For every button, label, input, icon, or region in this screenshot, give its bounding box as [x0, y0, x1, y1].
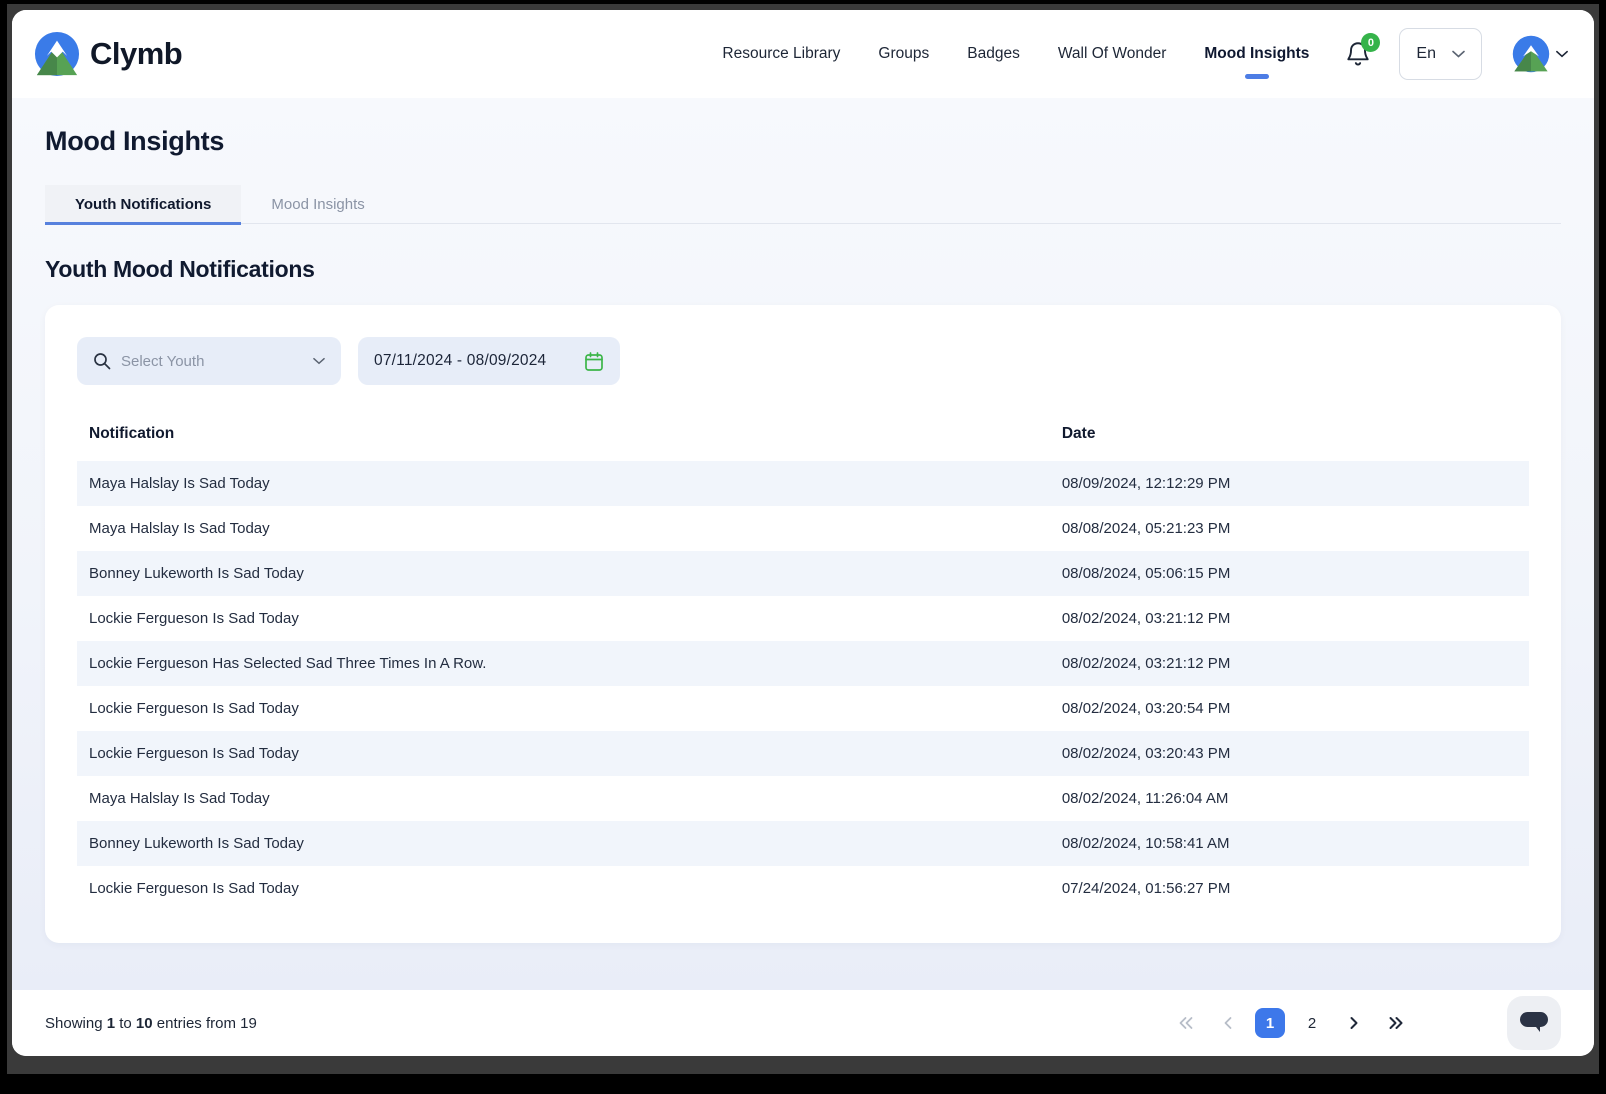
top-navbar: Clymb Resource Library Groups Badges Wal…: [12, 10, 1594, 98]
nav-item-badges[interactable]: Badges: [967, 35, 1020, 73]
table-row: Lockie Fergueson Is Sad Today08/02/2024,…: [77, 596, 1529, 641]
tab-youth-notifications[interactable]: Youth Notifications: [45, 185, 241, 223]
table-row: Lockie Fergueson Is Sad Today07/24/2024,…: [77, 866, 1529, 911]
page-button-2[interactable]: 2: [1297, 1008, 1327, 1038]
notification-count-badge: 0: [1361, 33, 1380, 52]
showing-word: Showing: [45, 1015, 103, 1032]
nav-item-groups[interactable]: Groups: [878, 35, 929, 73]
first-page-button[interactable]: [1171, 1008, 1201, 1038]
table-row: Maya Halslay Is Sad Today08/02/2024, 11:…: [77, 776, 1529, 821]
notifications-button[interactable]: 0: [1343, 37, 1373, 71]
section-title: Youth Mood Notifications: [45, 256, 1561, 283]
filters-row: Select Youth 07/11/2024 - 08/09/2024: [77, 337, 1529, 385]
last-page-button[interactable]: [1381, 1008, 1411, 1038]
date-cell: 08/02/2024, 03:20:43 PM: [1050, 731, 1529, 776]
notification-cell: Lockie Fergueson Is Sad Today: [77, 731, 1050, 776]
pagination: 1 2: [1171, 1008, 1411, 1038]
notification-cell: Bonney Lukeworth Is Sad Today: [77, 551, 1050, 596]
brand-logo[interactable]: Clymb: [34, 31, 182, 77]
chevron-down-icon: [1452, 50, 1465, 58]
select-youth-placeholder: Select Youth: [121, 353, 204, 370]
tab-mood-insights[interactable]: Mood Insights: [241, 185, 394, 223]
notification-cell: Lockie Fergueson Is Sad Today: [77, 686, 1050, 731]
table-row: Bonney Lukeworth Is Sad Today08/02/2024,…: [77, 821, 1529, 866]
table-row: Lockie Fergueson Has Selected Sad Three …: [77, 641, 1529, 686]
notification-cell: Lockie Fergueson Is Sad Today: [77, 866, 1050, 911]
date-cell: 08/02/2024, 11:26:04 AM: [1050, 776, 1529, 821]
tab-bar: Youth Notifications Mood Insights: [45, 185, 1561, 224]
app-window: Clymb Resource Library Groups Badges Wal…: [12, 10, 1594, 1056]
table-row: Bonney Lukeworth Is Sad Today08/08/2024,…: [77, 551, 1529, 596]
next-page-button[interactable]: [1339, 1008, 1369, 1038]
search-icon: [93, 352, 111, 370]
date-cell: 07/24/2024, 01:56:27 PM: [1050, 866, 1529, 911]
table-footer: Showing 1 to 10 entries from 19 1 2: [12, 990, 1594, 1056]
avatar: [1512, 35, 1550, 73]
language-value: En: [1416, 45, 1436, 63]
table-row: Maya Halslay Is Sad Today08/08/2024, 05:…: [77, 506, 1529, 551]
table-header-row: Notification Date: [77, 413, 1529, 461]
date-cell: 08/02/2024, 03:21:12 PM: [1050, 596, 1529, 641]
notifications-table: Notification Date Maya Halslay Is Sad To…: [77, 413, 1529, 911]
previous-page-button[interactable]: [1213, 1008, 1243, 1038]
showing-rest: entries from 19: [157, 1015, 257, 1032]
select-youth-dropdown[interactable]: Select Youth: [77, 337, 341, 385]
notification-cell: Maya Halslay Is Sad Today: [77, 776, 1050, 821]
notification-cell: Maya Halslay Is Sad Today: [77, 461, 1050, 506]
main-content: Mood Insights Youth Notifications Mood I…: [12, 98, 1594, 990]
nav-item-wall-of-wonder[interactable]: Wall Of Wonder: [1058, 35, 1167, 73]
notifications-card: Select Youth 07/11/2024 - 08/09/2024: [45, 305, 1561, 943]
column-header-notification: Notification: [77, 413, 1050, 461]
date-cell: 08/02/2024, 03:20:54 PM: [1050, 686, 1529, 731]
showing-end: 10: [136, 1015, 153, 1032]
nav-links: Resource Library Groups Badges Wall Of W…: [722, 35, 1309, 73]
date-range-value: 07/11/2024 - 08/09/2024: [374, 352, 546, 370]
showing-to: to: [119, 1015, 132, 1032]
column-header-date: Date: [1050, 413, 1529, 461]
notification-cell: Maya Halslay Is Sad Today: [77, 506, 1050, 551]
notification-cell: Bonney Lukeworth Is Sad Today: [77, 821, 1050, 866]
date-cell: 08/02/2024, 10:58:41 AM: [1050, 821, 1529, 866]
page-button-1[interactable]: 1: [1255, 1008, 1285, 1038]
user-menu[interactable]: [1512, 35, 1568, 73]
notification-cell: Lockie Fergueson Is Sad Today: [77, 596, 1050, 641]
calendar-icon: [584, 351, 604, 372]
showing-entries-text: Showing 1 to 10 entries from 19: [45, 1015, 257, 1032]
nav-item-resource-library[interactable]: Resource Library: [722, 35, 840, 73]
date-cell: 08/08/2024, 05:21:23 PM: [1050, 506, 1529, 551]
date-cell: 08/08/2024, 05:06:15 PM: [1050, 551, 1529, 596]
table-row: Lockie Fergueson Is Sad Today08/02/2024,…: [77, 686, 1529, 731]
chevron-down-icon: [313, 357, 325, 365]
notification-cell: Lockie Fergueson Has Selected Sad Three …: [77, 641, 1050, 686]
table-row: Lockie Fergueson Is Sad Today08/02/2024,…: [77, 731, 1529, 776]
date-cell: 08/09/2024, 12:12:29 PM: [1050, 461, 1529, 506]
showing-start: 1: [107, 1015, 115, 1032]
brand-name: Clymb: [90, 36, 182, 72]
language-select[interactable]: En: [1399, 28, 1482, 80]
page-title: Mood Insights: [45, 126, 1561, 157]
chat-widget-button[interactable]: [1507, 996, 1561, 1050]
chat-bubble-icon: [1519, 1011, 1549, 1035]
table-row: Maya Halslay Is Sad Today08/09/2024, 12:…: [77, 461, 1529, 506]
nav-item-mood-insights[interactable]: Mood Insights: [1204, 35, 1309, 73]
date-cell: 08/02/2024, 03:21:12 PM: [1050, 641, 1529, 686]
chevron-down-icon: [1556, 50, 1568, 58]
date-range-picker[interactable]: 07/11/2024 - 08/09/2024: [358, 337, 620, 385]
clymb-mountain-icon: [34, 31, 80, 77]
